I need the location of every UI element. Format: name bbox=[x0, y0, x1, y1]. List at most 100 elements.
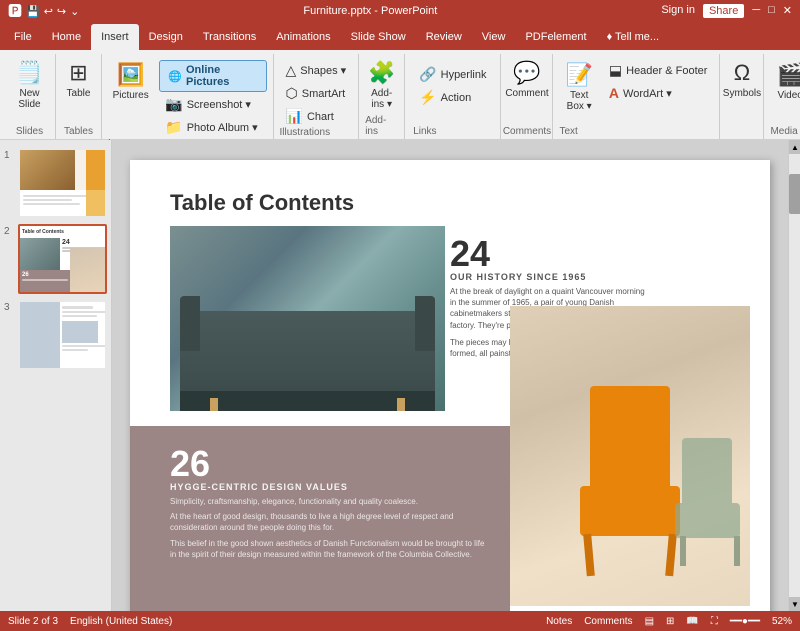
zoom-level[interactable]: 52% bbox=[772, 616, 792, 627]
tab-home[interactable]: Home bbox=[42, 24, 91, 50]
tab-insert[interactable]: Insert bbox=[91, 24, 139, 50]
tab-review[interactable]: Review bbox=[416, 24, 472, 50]
slide-preview-3[interactable] bbox=[18, 300, 107, 370]
tab-design[interactable]: Design bbox=[139, 24, 193, 50]
title-bar-controls: Sign in Share ─ □ ✕ bbox=[661, 4, 792, 18]
quick-access-more[interactable]: ⌄ bbox=[70, 5, 79, 18]
slide-num-3: 3 bbox=[4, 300, 14, 313]
slide-title-area: Table of Contents bbox=[130, 160, 770, 226]
quick-access-undo[interactable]: ↩ bbox=[44, 5, 53, 18]
comments-status-btn[interactable]: Comments bbox=[584, 616, 632, 627]
smartart-button[interactable]: ⬡ SmartArt bbox=[280, 83, 353, 104]
video-button[interactable]: 🎬 Video bbox=[770, 58, 800, 105]
comment-icon: 💬 bbox=[513, 60, 540, 86]
online-pictures-icon: 🌐 bbox=[168, 70, 182, 83]
slide-num-1: 1 bbox=[4, 148, 14, 161]
symbols-icon: Ω bbox=[734, 60, 750, 86]
maximize-btn[interactable]: □ bbox=[768, 4, 775, 18]
scroll-right[interactable]: ▲ ▼ bbox=[788, 140, 800, 611]
section2-text3: This belief in the good shown aesthetics… bbox=[170, 538, 490, 560]
pictures-button[interactable]: 🖼️ Pictures bbox=[108, 58, 153, 105]
table-icon: ⊞ bbox=[69, 60, 87, 86]
scroll-up-btn[interactable]: ▲ bbox=[789, 140, 800, 154]
language-info: English (United States) bbox=[70, 616, 172, 627]
canvas-area[interactable]: Table of Contents bbox=[112, 140, 788, 611]
quick-access-redo[interactable]: ↪ bbox=[57, 5, 66, 18]
slides-group-label: Slides bbox=[16, 126, 43, 139]
header-footer-icon: ⬓ bbox=[609, 62, 622, 79]
action-button[interactable]: ⚡ Action bbox=[413, 87, 492, 108]
action-icon: ⚡ bbox=[419, 89, 436, 106]
header-footer-button[interactable]: ⬓ Header & Footer bbox=[603, 60, 714, 81]
text-group-label: Text bbox=[559, 126, 713, 139]
tab-animations[interactable]: Animations bbox=[266, 24, 340, 50]
hyperlink-icon: 🔗 bbox=[419, 66, 436, 83]
hyperlink-button[interactable]: 🔗 Hyperlink bbox=[413, 64, 492, 85]
video-icon: 🎬 bbox=[776, 62, 800, 88]
slide-thumb-2[interactable]: 2 Table of Contents 24 bbox=[4, 224, 107, 294]
ribbon-tabs: File Home Insert Design Transitions Anim… bbox=[0, 22, 800, 50]
slide-thumb-3[interactable]: 3 bbox=[4, 300, 107, 370]
screenshot-button[interactable]: 📷 Screenshot ▾ bbox=[159, 94, 266, 115]
comments-group-label: Comments bbox=[503, 126, 551, 139]
share-btn[interactable]: Share bbox=[703, 4, 744, 18]
slide-thumb-1[interactable]: 1 bbox=[4, 148, 107, 218]
tab-pdfelement[interactable]: PDFelement bbox=[515, 24, 596, 50]
slide-num-2: 2 bbox=[4, 224, 14, 237]
quick-access-save[interactable]: 💾 bbox=[26, 5, 40, 18]
comment-button[interactable]: 💬 Comment bbox=[499, 56, 554, 103]
links-group-label: Links bbox=[413, 126, 492, 139]
shapes-button[interactable]: △ Shapes ▾ bbox=[280, 60, 353, 81]
view-slide-btn[interactable]: ⊞ bbox=[666, 616, 674, 627]
textbox-icon: 📝 bbox=[565, 62, 592, 88]
slide-info: Slide 2 of 3 bbox=[8, 616, 58, 627]
textbox-button[interactable]: 📝 TextBox ▾ bbox=[559, 58, 598, 116]
photo-album-button[interactable]: 📁 Photo Album ▾ bbox=[159, 117, 266, 138]
symbols-button[interactable]: Ω Symbols bbox=[717, 56, 767, 103]
tab-view[interactable]: View bbox=[472, 24, 516, 50]
sofa-photo bbox=[170, 226, 445, 411]
zoom-slider[interactable]: ━━●━━ bbox=[730, 616, 760, 627]
section2-number: 26 bbox=[170, 446, 490, 482]
chart-icon: 📊 bbox=[286, 108, 303, 125]
tab-tellme[interactable]: ♦ Tell me... bbox=[597, 24, 669, 50]
view-reading-btn[interactable]: 📖 bbox=[686, 616, 698, 627]
wordart-button[interactable]: A WordArt ▾ bbox=[603, 83, 714, 103]
media-group-label: Media bbox=[770, 126, 800, 139]
close-btn[interactable]: ✕ bbox=[783, 4, 792, 18]
tables-group-label: Tables bbox=[64, 126, 93, 139]
view-presenter-btn[interactable]: ⛶ bbox=[711, 616, 718, 627]
tab-slideshow[interactable]: Slide Show bbox=[341, 24, 416, 50]
section2-label: HYGGE-CENTRIC DESIGN VALUES bbox=[170, 482, 490, 492]
online-pictures-button[interactable]: 🌐 Online Pictures bbox=[159, 60, 266, 92]
addins-icon: 🧩 bbox=[368, 60, 395, 86]
photo-album-icon: 📁 bbox=[165, 119, 182, 136]
section1-number: 24 bbox=[450, 236, 650, 272]
view-normal-btn[interactable]: ▤ bbox=[645, 616, 654, 627]
slide-preview-1[interactable] bbox=[18, 148, 107, 218]
wordart-icon: A bbox=[609, 85, 619, 101]
lower-mauve-section: 26 HYGGE-CENTRIC DESIGN VALUES Simplicit… bbox=[130, 426, 510, 611]
chart-button[interactable]: 📊 Chart bbox=[280, 106, 353, 127]
app-icon: 🅿 bbox=[8, 1, 22, 21]
title-bar: 🅿 💾 ↩ ↪ ⌄ Furniture.pptx - PowerPoint Si… bbox=[0, 0, 800, 22]
tab-transitions[interactable]: Transitions bbox=[193, 24, 266, 50]
screenshot-icon: 📷 bbox=[165, 96, 182, 113]
scroll-down-btn[interactable]: ▼ bbox=[789, 597, 800, 611]
chair-photo-right bbox=[510, 306, 750, 606]
addins-button[interactable]: 🧩 Add-ins ▾ bbox=[360, 56, 404, 114]
sign-in-btn[interactable]: Sign in bbox=[661, 4, 695, 18]
tab-file[interactable]: File bbox=[4, 24, 42, 50]
section1-label: OUR HISTORY SINCE 1965 bbox=[450, 272, 650, 282]
new-slide-button[interactable]: 🗒️ New Slide bbox=[8, 56, 52, 114]
notes-status-btn[interactable]: Notes bbox=[546, 616, 572, 627]
scroll-thumb[interactable] bbox=[789, 174, 800, 214]
status-left: Slide 2 of 3 English (United States) bbox=[8, 616, 172, 627]
ribbon: 🗒️ New Slide Slides ⊞ Table Tables 🖼️ Pi… bbox=[0, 50, 800, 140]
scroll-track bbox=[789, 154, 800, 597]
table-button[interactable]: ⊞ Table bbox=[57, 56, 101, 103]
slide-content: 24 OUR HISTORY SINCE 1965 At the break o… bbox=[130, 226, 770, 611]
slide-preview-2[interactable]: Table of Contents 24 26 bbox=[18, 224, 107, 294]
minimize-btn[interactable]: ─ bbox=[752, 4, 760, 18]
slide-canvas: Table of Contents bbox=[130, 160, 770, 611]
